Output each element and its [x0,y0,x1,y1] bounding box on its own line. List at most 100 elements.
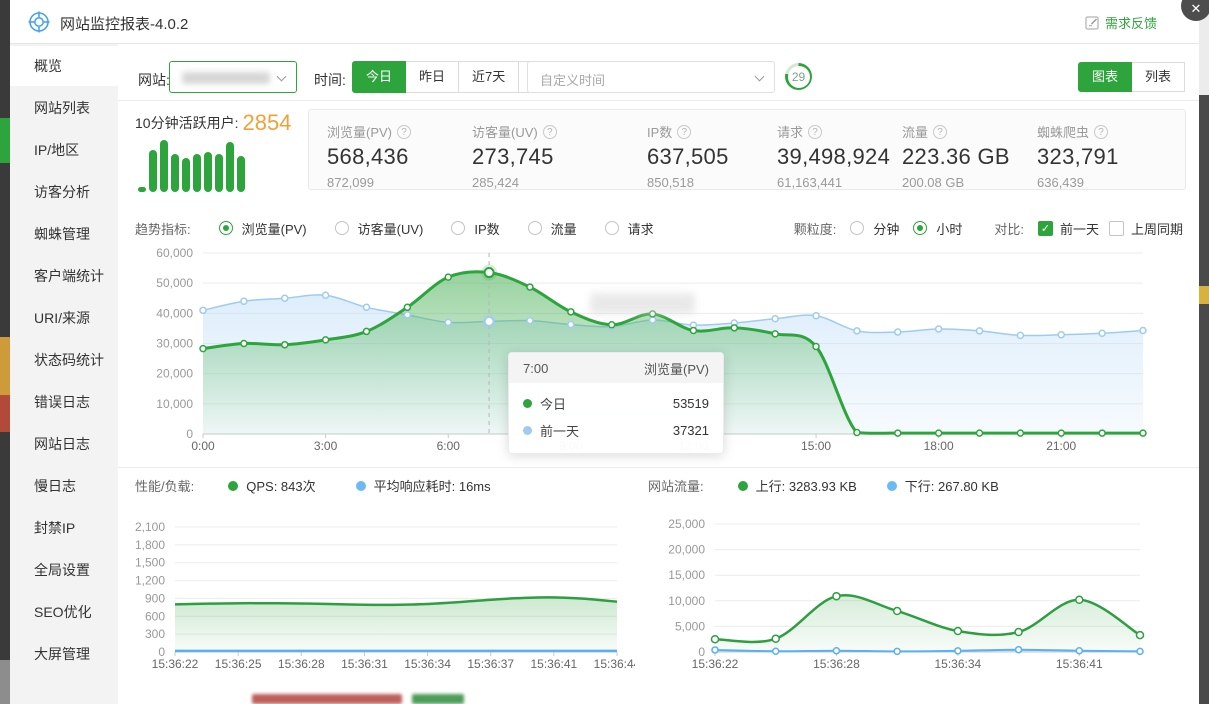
legend-item[interactable]: 平均响应耗时: 16ms [356,476,491,495]
custom-time-placeholder: 自定义时间 [540,70,605,89]
chevron-down-icon [755,72,765,82]
sidebar-item-2[interactable]: IP/地区 [10,130,118,170]
custom-time-select[interactable]: 自定义时间 [527,61,775,93]
view-button-1[interactable]: 列表 [1132,62,1185,92]
time-button-1[interactable]: 昨日 [406,61,459,93]
site-select-value-blur [182,72,270,84]
help-icon[interactable]: ? [543,125,557,139]
sparkline-bar [226,142,234,192]
sidebar-item-13[interactable]: SEO优化 [10,592,118,632]
active-users-label: 10分钟活跃用户:2854 [135,110,291,136]
cropped-banner-red-text [252,694,402,704]
sidebar-item-14[interactable]: 大屏管理 [10,634,118,674]
help-icon[interactable]: ? [808,125,822,139]
legend-item[interactable]: 下行: 267.80 KB [887,476,999,495]
svg-text:20,000: 20,000 [156,367,193,381]
series-dot [523,399,532,408]
svg-text:6:00: 6:00 [437,439,461,453]
sidebar-item-1[interactable]: 网站列表 [10,88,118,128]
stat-value: 323,791 [1037,144,1139,170]
help-icon[interactable]: ? [1094,125,1108,139]
sidebar-item-11[interactable]: 封禁IP [10,508,118,548]
svg-text:300: 300 [145,627,165,641]
trend-metric-radios: 趋势指标: 浏览量(PV)访客量(UV)IP数流量请求 [135,219,654,238]
sparkline-bar [138,187,146,192]
feedback-link[interactable]: 需求反馈 [1085,13,1157,32]
page-edge-segment [1199,95,1209,286]
main-content: 网站: 时间: 今日昨日近7天近30天 自定义时间 29 图表列表 10分钟活跃… [118,44,1199,704]
chevron-down-icon [277,72,287,82]
granularity-radio-1[interactable]: 小时 [913,219,962,238]
svg-text:15:36:22: 15:36:22 [692,657,739,671]
legend-item[interactable]: 上行: 3283.93 KB [738,476,857,495]
svg-text:2,100: 2,100 [135,520,165,534]
time-button-0[interactable]: 今日 [352,61,406,93]
svg-text:15:36:22: 15:36:22 [152,657,199,671]
sidebar-item-10[interactable]: 慢日志 [10,466,118,506]
series-dot [523,426,532,435]
traffic-legend: 网站流量: 上行: 3283.93 KB下行: 267.80 KB [648,476,999,495]
stat-value: 223.36 GB [902,144,1019,170]
trend-controls: 趋势指标: 浏览量(PV)访客量(UV)IP数流量请求 颗粒度: 分钟小时 对比… [135,215,1183,241]
svg-text:900: 900 [145,591,165,605]
time-button-2[interactable]: 近7天 [459,61,519,93]
sidebar-item-12[interactable]: 全局设置 [10,550,118,590]
metric-radio-2[interactable]: IP数 [451,219,499,238]
svg-text:15:36:28: 15:36:28 [278,657,325,671]
svg-text:15:36:44: 15:36:44 [594,657,635,671]
help-icon[interactable]: ? [933,125,947,139]
svg-text:20,000: 20,000 [668,543,705,557]
stat-cell-5: 蜘蛛爬虫?323,791636,439 [1019,110,1139,189]
legend-item[interactable]: QPS: 843次 [228,476,315,495]
compare-checkboxes: ✓前一天上周同期 [1038,219,1183,238]
stat-label: 访客量(UV)? [472,122,629,141]
sidebar-item-9[interactable]: 网站日志 [10,424,118,464]
help-icon[interactable]: ? [397,125,411,139]
chart-tooltip: 7:00 浏览量(PV) 今日53519前一天37321 [508,352,724,454]
compare-checkbox-0[interactable]: ✓前一天 [1038,219,1099,238]
granularity-radios: 分钟小时 [850,219,962,238]
site-select[interactable] [169,61,297,93]
svg-text:1,200: 1,200 [135,574,165,588]
svg-text:10,000: 10,000 [156,397,193,411]
stat-label: 流量? [902,122,1019,141]
compare-checkbox-1[interactable]: 上周同期 [1109,219,1183,238]
metric-radio-4[interactable]: 请求 [605,219,654,238]
perf-legend-title: 性能/负载: [135,476,194,495]
toolbar-divider [118,100,1199,101]
svg-text:0:00: 0:00 [191,439,215,453]
stat-previous: 200.08 GB [902,175,1019,190]
stat-previous: 850,518 [647,175,759,190]
svg-text:15:00: 15:00 [801,439,831,453]
sidebar-item-3[interactable]: 访客分析 [10,172,118,212]
stat-previous: 872,099 [327,175,454,190]
sidebar-item-0[interactable]: 概览 [10,46,118,86]
sidebar-item-5[interactable]: 客户端统计 [10,256,118,296]
modal-header: 网站监控报表-4.0.2 需求反馈 [10,0,1199,44]
sidebar-item-4[interactable]: 蜘蛛管理 [10,214,118,254]
traffic-chart[interactable]: 05,00010,00015,00020,00025,00015:36:2215… [648,515,1193,680]
metric-radio-3[interactable]: 流量 [528,219,577,238]
trend-compare-controls: 颗粒度: 分钟小时 对比: ✓前一天上周同期 [794,219,1183,238]
help-icon[interactable]: ? [677,125,691,139]
sidebar-item-7[interactable]: 状态码统计 [10,340,118,380]
perf-chart[interactable]: 03006009001,2001,5001,8002,10015:36:2215… [135,515,635,680]
stat-previous: 636,439 [1037,175,1139,190]
page-edge-segment [0,432,10,660]
view-button-0[interactable]: 图表 [1078,62,1132,92]
svg-text:15:36:41: 15:36:41 [1056,657,1103,671]
svg-text:15:36:28: 15:36:28 [813,657,860,671]
sidebar-item-8[interactable]: 错误日志 [10,382,118,422]
sidebar-item-6[interactable]: URI/来源 [10,298,118,338]
radio-icon [913,221,927,235]
metric-radio-0[interactable]: 浏览量(PV) [219,219,307,238]
svg-text:5,000: 5,000 [675,619,705,633]
sparkline-bar [182,158,190,192]
compare-label: 对比: [994,219,1024,238]
metric-radio-1[interactable]: 访客量(UV) [335,219,424,238]
granularity-radio-0[interactable]: 分钟 [850,219,899,238]
svg-text:60,000: 60,000 [156,248,193,260]
svg-text:50,000: 50,000 [156,276,193,290]
tooltip-time: 7:00 [523,361,548,376]
app-title: 网站监控报表-4.0.2 [60,13,188,34]
